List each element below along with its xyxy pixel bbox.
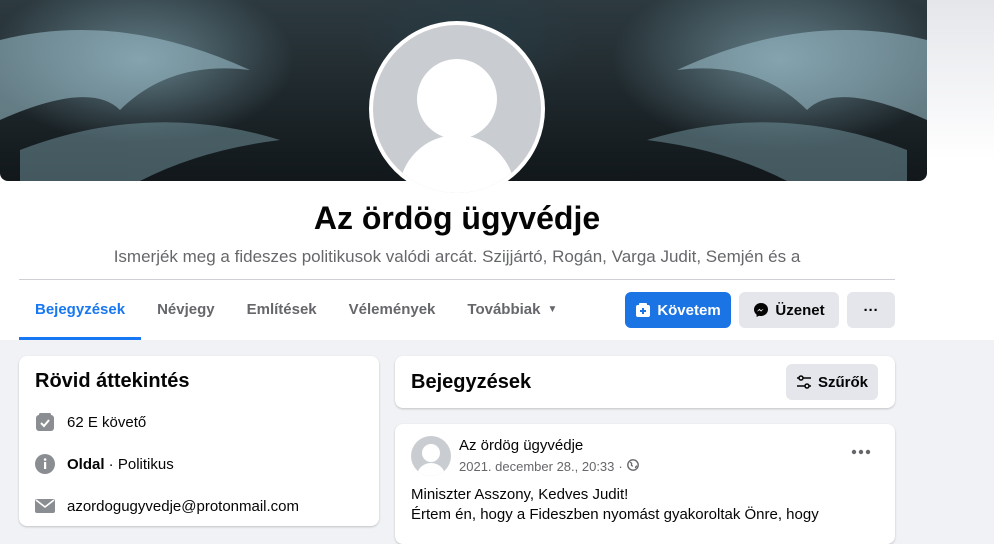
post-author-name[interactable]: Az ördög ügyvédje [459,437,583,454]
default-avatar-icon [417,444,445,476]
followers-icon [35,412,55,432]
message-button-label: Üzenet [775,301,825,319]
tab-posts[interactable]: Bejegyzések [19,282,142,340]
intro-card: Rövid áttekintés 62 E követő Oldal · Pol… [19,356,379,526]
email-address[interactable]: azordogugyvedje@protonmail.com [67,498,299,515]
tab-posts-label: Bejegyzések [35,301,126,318]
default-avatar-icon [399,59,515,193]
page-description: Ismerjék meg a fideszes politikusok való… [113,247,801,266]
followers-row: 62 E követő [35,412,146,432]
post-timestamp[interactable]: 2021. december 28., 20:33 [459,459,614,474]
cover-wing-left-art [0,30,280,181]
tab-mentions[interactable]: Említések [231,282,333,340]
tab-mentions-label: Említések [246,301,317,318]
more-horizontal-icon: ··· [863,301,879,319]
followers-count: 62 E követő [67,413,147,431]
globe-icon[interactable] [626,459,639,474]
page-type-row: Oldal · Politikus [35,454,174,474]
posts-title: Bejegyzések [411,371,532,393]
message-button[interactable]: Üzenet [739,292,839,328]
email-row: azordogugyvedje@protonmail.com [35,496,299,516]
profile-picture[interactable] [373,25,541,193]
cover-wing-right-art [647,30,927,181]
more-horizontal-icon [851,449,871,455]
follow-icon [635,302,651,318]
email-icon [35,496,55,516]
tab-reviews-label: Vélemények [348,301,436,318]
post-body: Miniszter Asszony, Kedves Judit! Értem é… [411,485,881,525]
messenger-icon [753,302,769,318]
post-options-button[interactable] [843,440,879,464]
follow-button[interactable]: Követem [625,292,731,328]
page-type: Oldal · Politikus [67,456,174,473]
post-meta: 2021. december 28., 20:33 · [459,459,639,474]
tab-about-label: Névjegy [157,301,215,318]
tab-more-label: Továbbiak [467,301,541,318]
tab-reviews[interactable]: Vélemények [333,282,452,340]
more-options-button[interactable]: ··· [847,292,895,328]
profile-tabs: Bejegyzések Névjegy Említések Vélemények… [19,282,573,340]
filter-sliders-icon [796,374,812,390]
page-category[interactable]: · Politikus [105,456,174,473]
post-card: Az ördög ügyvédje 2021. december 28., 20… [395,424,895,544]
posts-header-card: Bejegyzések Szűrők [395,356,895,408]
post-author-avatar[interactable] [411,436,451,476]
post-text-line: Értem én, hogy a Fideszben nyomást gyako… [411,506,819,523]
header-divider [19,279,895,280]
filters-button[interactable]: Szűrők [786,364,878,400]
intro-title: Rövid áttekintés [35,370,190,392]
tab-more[interactable]: Továbbiak ▼ [451,282,573,340]
header-gutter [927,0,994,160]
tab-about[interactable]: Névjegy [141,282,231,340]
caret-down-icon: ▼ [547,304,558,315]
info-icon [35,454,55,474]
follow-button-label: Követem [657,301,721,319]
page-type-label: Oldal [67,455,105,473]
meta-separator: · [618,459,623,474]
page-title: Az ördög ügyvédje [313,200,601,236]
filters-button-label: Szűrők [817,373,868,391]
post-text-line: Miniszter Asszony, Kedves Judit! [411,486,629,503]
